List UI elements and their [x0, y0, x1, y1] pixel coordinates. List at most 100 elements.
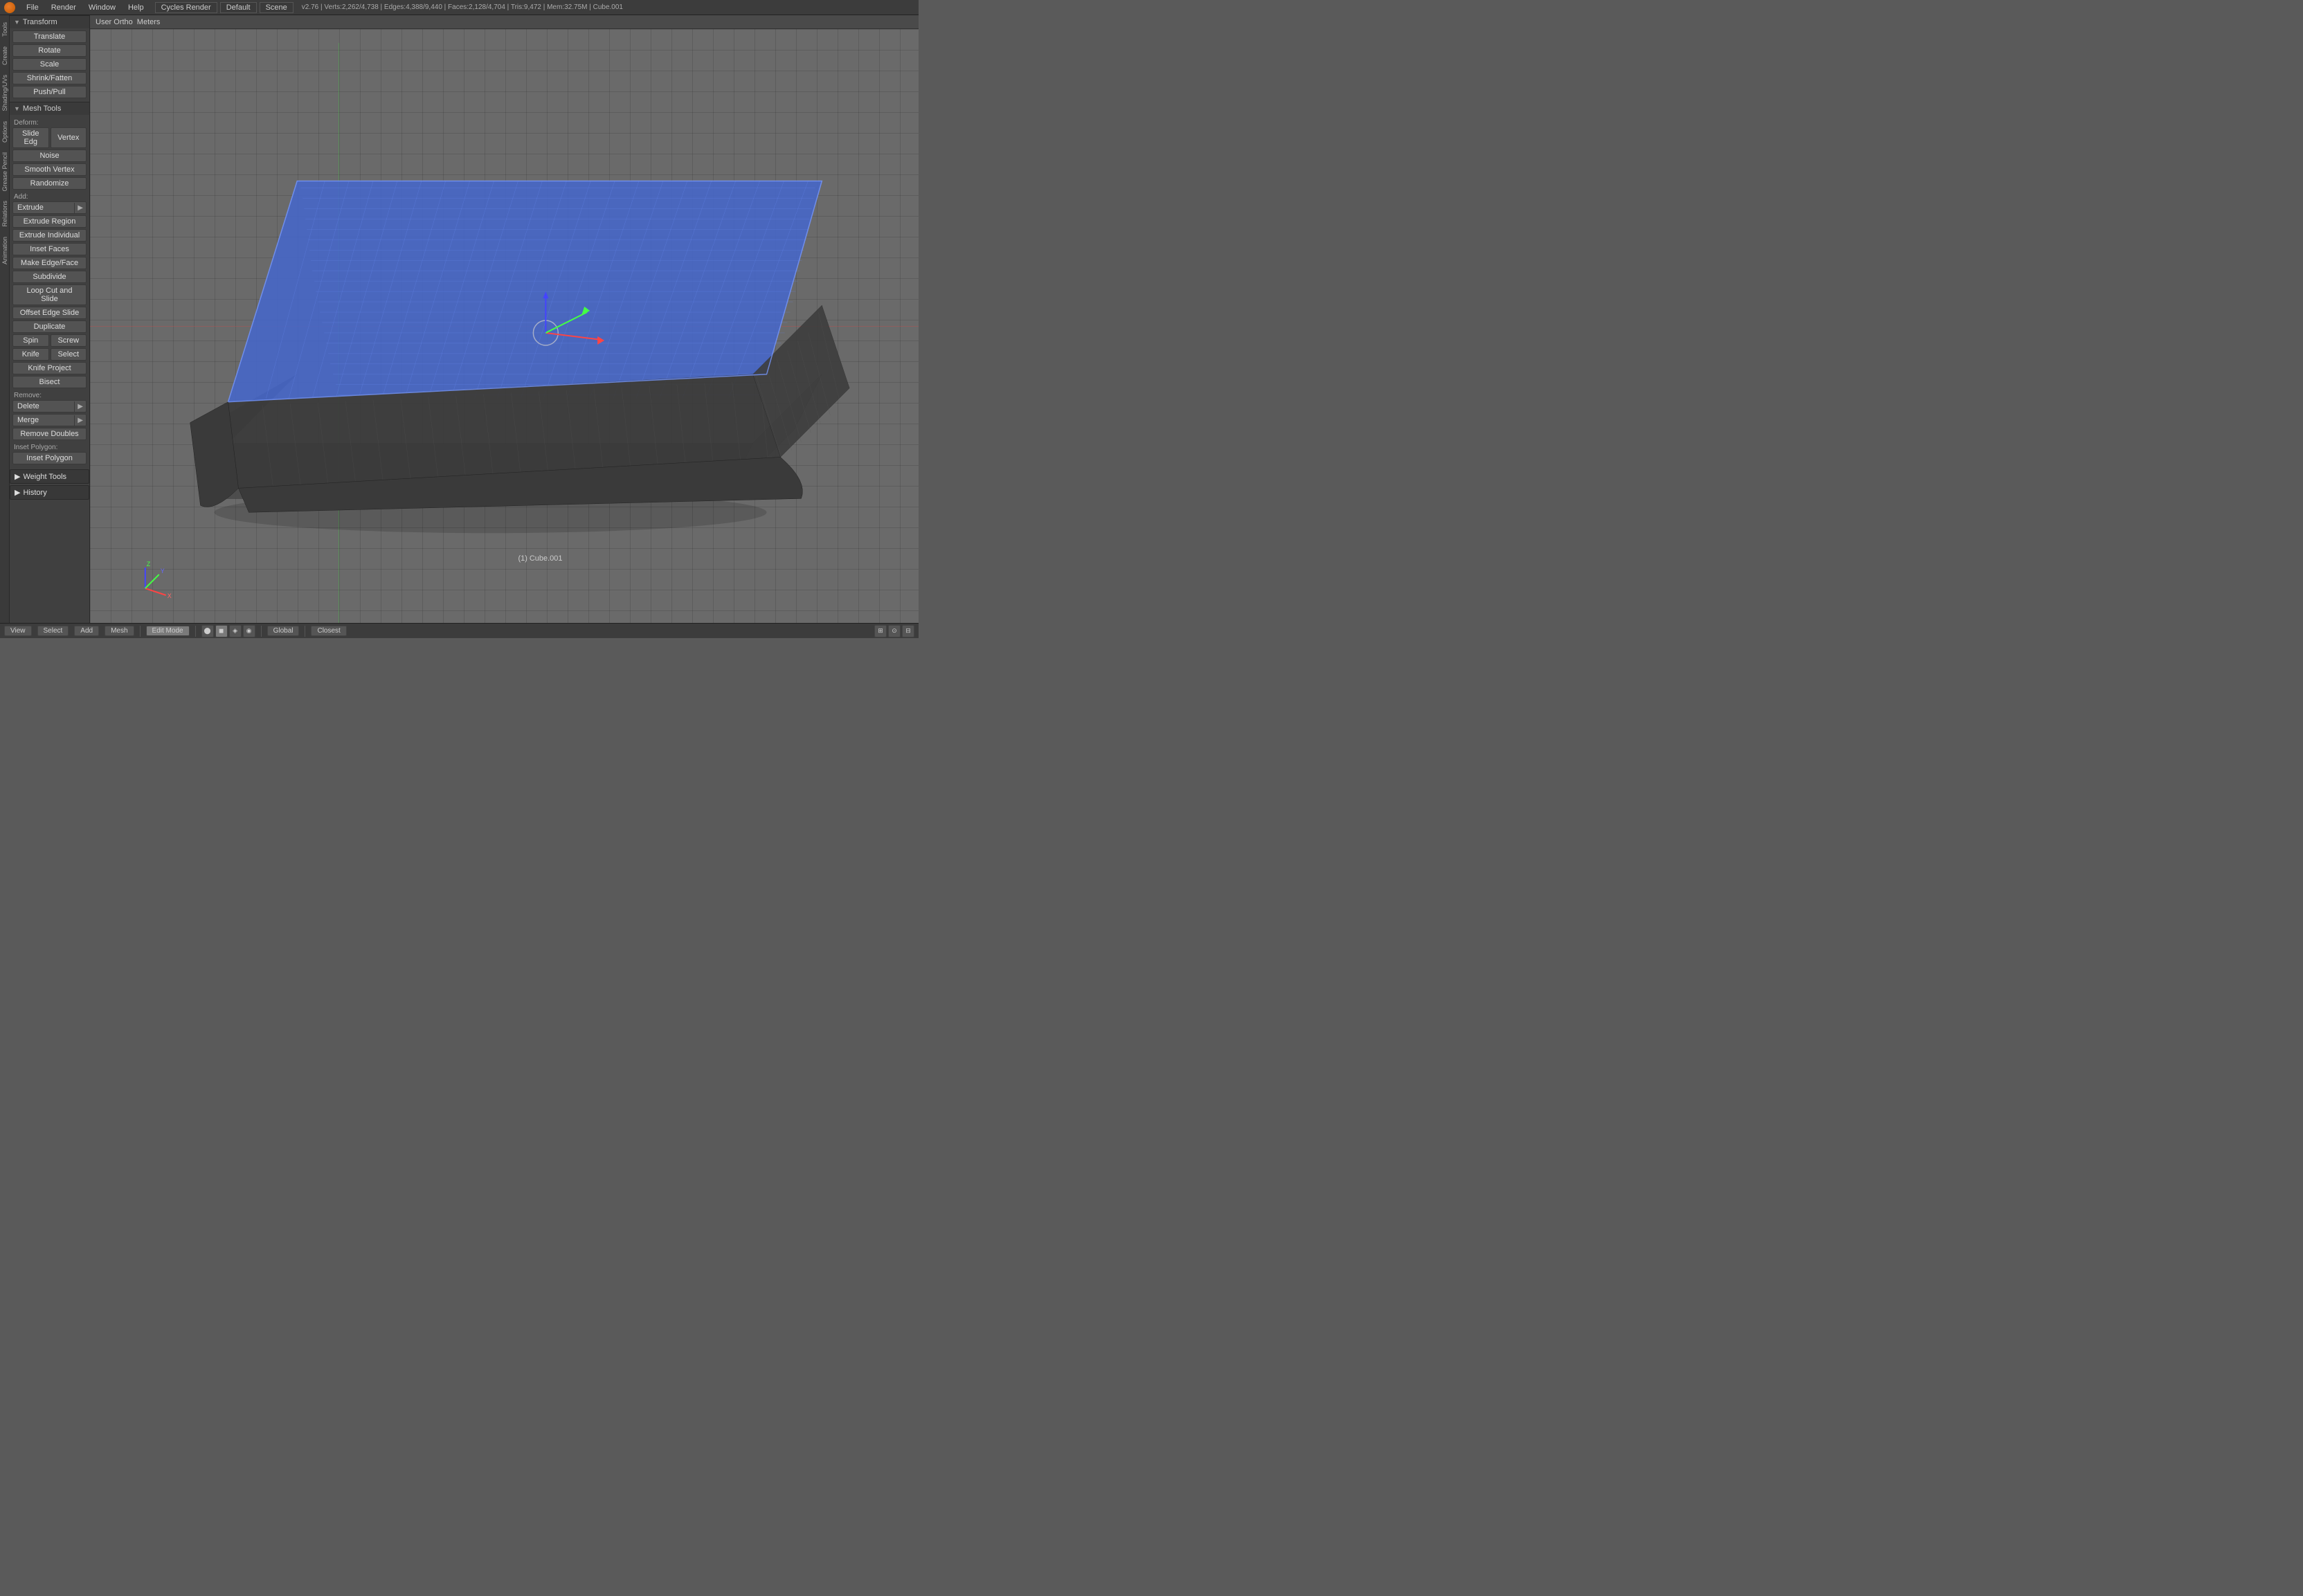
slide-edge-btn[interactable]: Slide Edg — [12, 127, 49, 148]
menu-window[interactable]: Window — [86, 2, 118, 13]
remove-doubles-btn[interactable]: Remove Doubles — [12, 428, 87, 440]
left-panel: ▼ Transform Translate Rotate Scale Shrin… — [10, 15, 90, 623]
shrink-fatten-btn[interactable]: Shrink/Fatten — [12, 72, 87, 84]
version-info: v2.76 | Verts:2,262/4,738 | Edges:4,388/… — [302, 3, 623, 11]
transform-section-header[interactable]: ▼ Transform — [10, 15, 89, 28]
menu-help[interactable]: Help — [125, 2, 147, 13]
knife-select-row: Knife Select — [12, 348, 87, 361]
bottom-bar: View Select Add Mesh Edit Mode ⬤ ◼ ◈ ◉ G… — [0, 623, 919, 638]
weight-tools-section[interactable]: ▶ Weight Tools — [10, 469, 89, 484]
translate-btn[interactable]: Translate — [12, 30, 87, 43]
history-section[interactable]: ▶ History — [10, 485, 89, 500]
inset-polygon-label: Inset Polygon: — [12, 442, 87, 452]
svg-text:Y: Y — [161, 568, 165, 574]
knife-project-btn[interactable]: Knife Project — [12, 362, 87, 374]
top-menu: File Render Window Help — [24, 2, 147, 13]
deform-label: Deform: — [12, 117, 87, 127]
extrude-main-btn[interactable]: Extrude — [13, 202, 74, 213]
scene-box[interactable]: Scene — [260, 2, 293, 13]
make-edge-face-btn[interactable]: Make Edge/Face — [12, 257, 87, 269]
mirror-icon[interactable]: ⊟ — [902, 625, 914, 637]
top-bar: File Render Window Help Cycles Render De… — [0, 0, 919, 15]
closest-button[interactable]: Closest — [311, 626, 346, 636]
history-arrow: ▶ — [15, 488, 20, 497]
viewport-units-label: Meters — [137, 18, 161, 26]
menu-file[interactable]: File — [24, 2, 42, 13]
randomize-btn[interactable]: Randomize — [12, 177, 87, 190]
vertex-btn[interactable]: Vertex — [51, 127, 87, 148]
left-tabs: Tools Create Shading/UVs Options Grease … — [0, 15, 10, 623]
snap-icon[interactable]: ⊞ — [874, 625, 887, 637]
smooth-vertex-btn[interactable]: Smooth Vertex — [12, 163, 87, 176]
view-button[interactable]: View — [4, 626, 32, 636]
delete-arrow-btn[interactable]: ▶ — [74, 401, 86, 412]
extrude-region-btn[interactable]: Extrude Region — [12, 215, 87, 228]
tab-relations[interactable]: Relations — [0, 197, 10, 231]
solid-icon[interactable]: ◼ — [215, 625, 228, 637]
engine-box[interactable]: Cycles Render — [155, 2, 217, 13]
select-btn[interactable]: Select — [51, 348, 87, 361]
transform-section-content: Translate Rotate Scale Shrink/Fatten Pus… — [10, 28, 89, 102]
viewport-shading-group: ⬤ ◼ ◈ ◉ — [201, 625, 255, 637]
merge-arrow-btn[interactable]: ▶ — [74, 415, 86, 426]
extrude-arrow-btn[interactable]: ▶ — [74, 203, 86, 213]
select-button[interactable]: Select — [37, 626, 69, 636]
svg-text:X: X — [168, 592, 172, 599]
weight-tools-arrow: ▶ — [15, 472, 20, 481]
extrude-individual-btn[interactable]: Extrude Individual — [12, 229, 87, 242]
separator-2 — [195, 626, 196, 637]
tab-options[interactable]: Options — [0, 117, 10, 147]
scene-label: Scene — [266, 3, 287, 12]
mini-axes: X Y Z — [145, 561, 172, 599]
inset-faces-btn[interactable]: Inset Faces — [12, 243, 87, 255]
add-label: Add: — [12, 191, 87, 201]
tab-shading-uvs[interactable]: Shading/UVs — [0, 71, 10, 116]
mesh-tools-header[interactable]: ▼ Mesh Tools — [10, 102, 89, 115]
menu-render[interactable]: Render — [48, 2, 79, 13]
viewport[interactable]: User Ortho Meters — [90, 15, 919, 623]
scale-btn[interactable]: Scale — [12, 58, 87, 71]
viewport-grid: (1) Cube.001 X Y Z — [90, 29, 919, 623]
proportional-icon[interactable]: ⊙ — [888, 625, 901, 637]
inset-polygon-btn[interactable]: Inset Polygon — [12, 452, 87, 464]
right-icons: ⊞ ⊙ ⊟ — [874, 625, 914, 637]
viewport-svg: (1) Cube.001 X Y Z — [90, 43, 919, 623]
rendered-icon[interactable]: ◉ — [243, 625, 255, 637]
layout-box[interactable]: Default — [220, 2, 257, 13]
screw-btn[interactable]: Screw — [51, 334, 87, 347]
offset-edge-slide-btn[interactable]: Offset Edge Slide — [12, 307, 87, 319]
push-pull-btn[interactable]: Push/Pull — [12, 86, 87, 98]
tab-create[interactable]: Create — [0, 42, 10, 69]
engine-label: Cycles Render — [161, 3, 211, 12]
tab-animation[interactable]: Animation — [0, 233, 10, 269]
mesh-tools-arrow: ▼ — [14, 105, 20, 112]
transform-title: Transform — [23, 18, 57, 26]
rotate-btn[interactable]: Rotate — [12, 44, 87, 57]
noise-btn[interactable]: Noise — [12, 149, 87, 162]
tab-tools[interactable]: Tools — [0, 18, 10, 41]
edit-mode-button[interactable]: Edit Mode — [146, 626, 190, 636]
tab-grease-pencil[interactable]: Grease Pencil — [0, 148, 10, 196]
deform-row: Slide Edg Vertex — [12, 127, 87, 148]
layout-label: Default — [226, 3, 251, 12]
add-button[interactable]: Add — [74, 626, 99, 636]
separator-3 — [261, 626, 262, 637]
subdivide-btn[interactable]: Subdivide — [12, 271, 87, 283]
duplicate-btn[interactable]: Duplicate — [12, 320, 87, 333]
loop-cut-slide-btn[interactable]: Loop Cut and Slide — [12, 284, 87, 305]
remove-label: Remove: — [12, 390, 87, 400]
bisect-btn[interactable]: Bisect — [12, 376, 87, 388]
delete-btn-arrow: Delete ▶ — [12, 400, 87, 412]
mesh-tools-title: Mesh Tools — [23, 105, 61, 113]
knife-btn[interactable]: Knife — [12, 348, 49, 361]
wireframe-icon[interactable]: ⬤ — [201, 625, 214, 637]
delete-main-btn[interactable]: Delete — [13, 401, 74, 412]
mesh-button[interactable]: Mesh — [105, 626, 134, 636]
weight-tools-title: Weight Tools — [23, 473, 66, 481]
merge-btn-arrow: Merge ▶ — [12, 414, 87, 426]
global-button[interactable]: Global — [267, 626, 300, 636]
svg-text:Z: Z — [147, 561, 151, 568]
spin-btn[interactable]: Spin — [12, 334, 49, 347]
material-icon[interactable]: ◈ — [229, 625, 242, 637]
merge-main-btn[interactable]: Merge — [13, 415, 74, 426]
